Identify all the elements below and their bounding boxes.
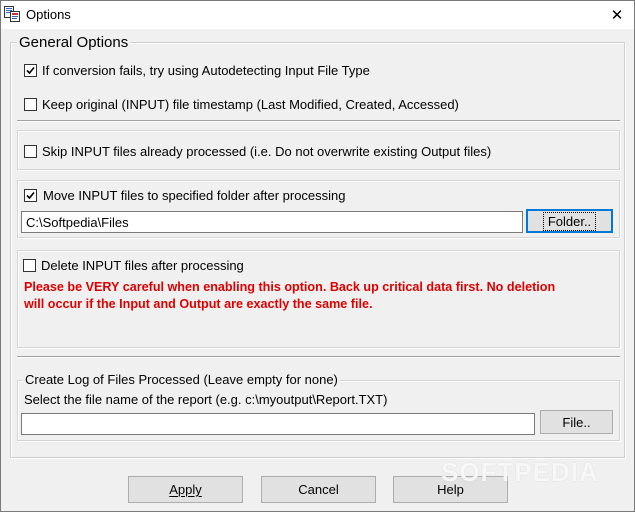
autodetect-label[interactable]: If conversion fails, try using Autodetec… [42,63,370,78]
close-button[interactable]: ✕ [600,1,634,29]
skip-checkbox[interactable] [24,145,37,158]
apply-button[interactable]: Apply [128,476,243,503]
log-legend: Create Log of Files Processed (Leave emp… [23,372,340,387]
move-checkbox[interactable] [24,189,37,202]
delete-checkbox[interactable] [23,259,36,272]
log-file-input[interactable] [21,413,535,435]
apply-button-label: Apply [169,482,202,497]
folder-button[interactable]: Folder.. [526,209,613,233]
app-icon [4,6,20,22]
softpedia-watermark: SOFTPEDIA [441,457,599,487]
move-label[interactable]: Move INPUT files to specified folder aft… [43,188,346,203]
delete-label[interactable]: Delete INPUT files after processing [41,258,244,273]
autodetect-checkbox[interactable] [24,64,37,77]
general-options-legend: General Options [17,34,131,51]
file-button[interactable]: File.. [540,410,613,434]
move-folder-input[interactable]: C:\Softpedia\Files [21,211,523,233]
separator-1 [17,120,620,122]
skip-label[interactable]: Skip INPUT files already processed (i.e.… [42,144,491,159]
title-bar[interactable]: Options ✕ [1,1,634,29]
log-prompt: Select the file name of the report (e.g.… [24,392,388,407]
file-button-label: File.. [562,414,591,430]
delete-warning-line-2: will occur if the Input and Output are e… [24,297,373,311]
options-dialog: Options ✕ General Options If conversion … [0,0,635,512]
timestamp-checkbox[interactable] [24,98,37,111]
delete-warning-line-1: Please be VERY careful when enabling thi… [24,280,556,294]
close-icon: ✕ [610,7,624,24]
cancel-button-label: Cancel [298,482,339,497]
window-title: Options [26,7,71,22]
folder-button-label: Folder.. [542,211,597,231]
cancel-button[interactable]: Cancel [261,476,376,503]
separator-2 [17,356,620,358]
timestamp-label[interactable]: Keep original (INPUT) file timestamp (La… [42,97,459,112]
delete-warning: Please be VERY careful when enabling thi… [24,279,618,313]
